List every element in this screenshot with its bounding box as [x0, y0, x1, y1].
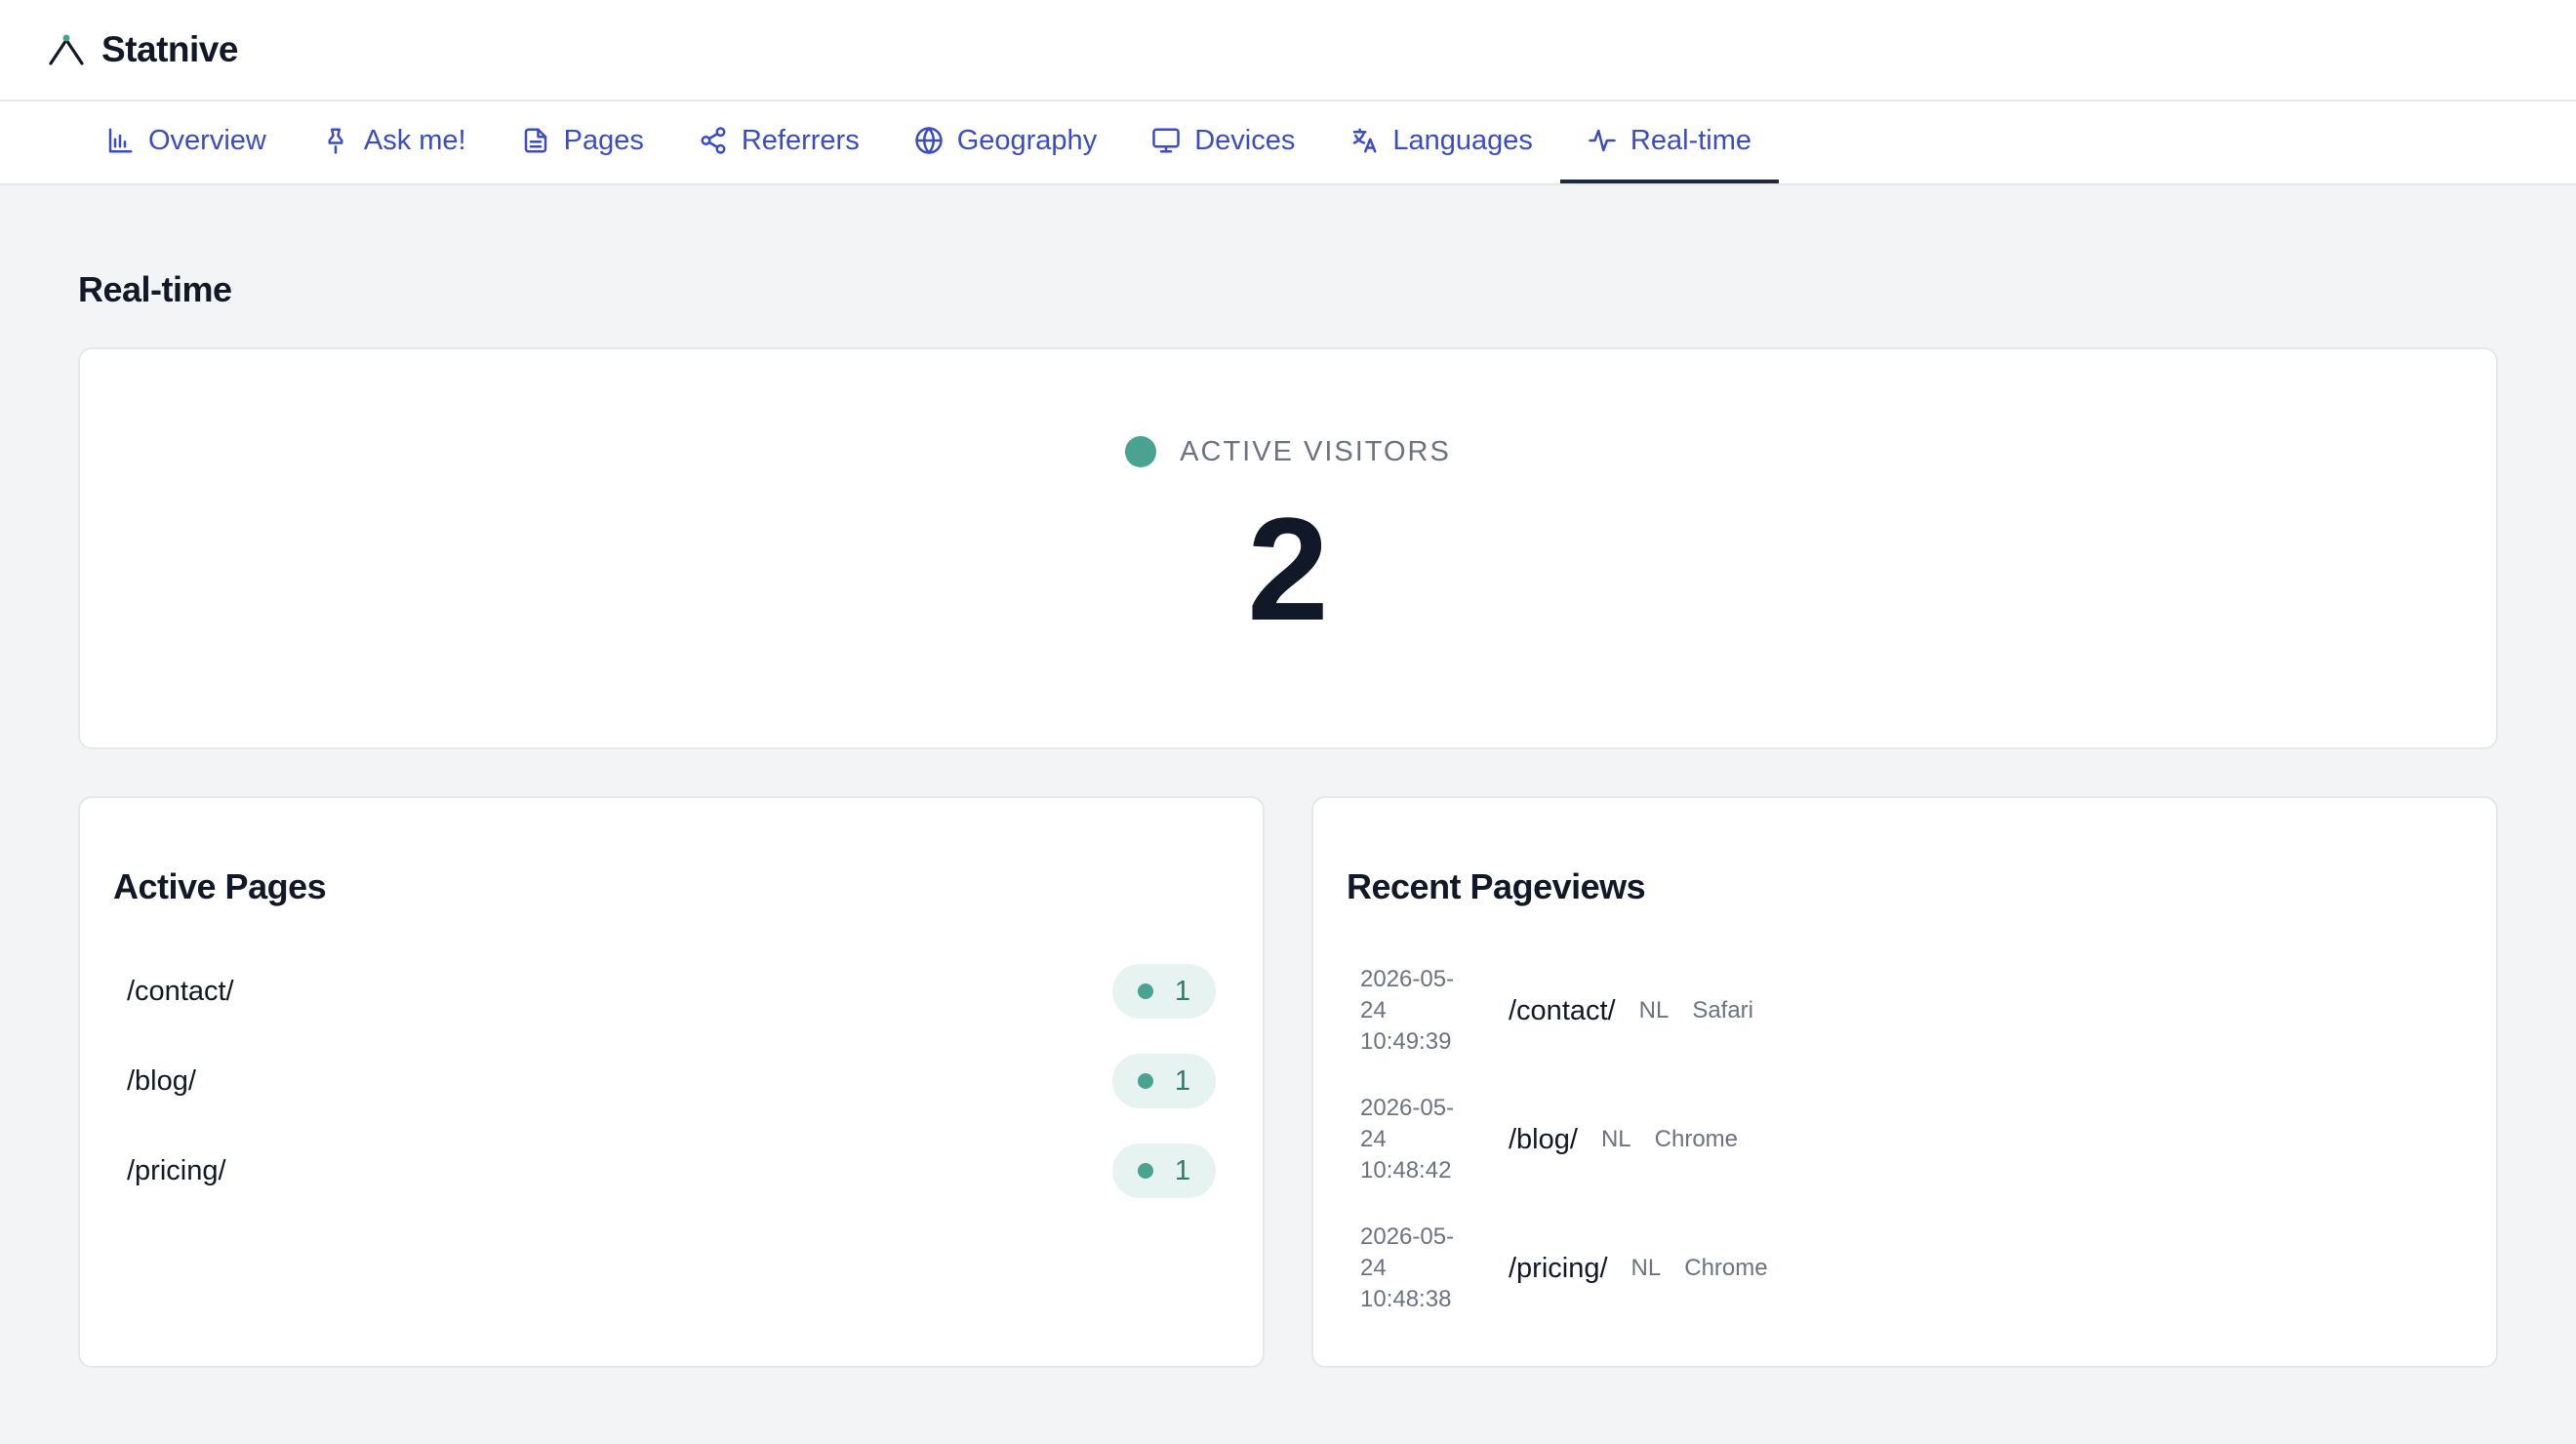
tab-real-time[interactable]: Real-time: [1559, 101, 1779, 183]
active-visitors-header: ACTIVE VISITORS: [1125, 436, 1451, 468]
visitor-count: 1: [1174, 975, 1190, 1007]
document-icon: [524, 128, 546, 153]
live-dot-icon: [1137, 1163, 1153, 1179]
monitor-icon: [1152, 128, 1180, 153]
pageview-row[interactable]: 2026-05- 24 10:48:42 /blog/ NL Chrome: [1347, 1075, 2463, 1204]
pageview-path: /blog/: [1509, 1123, 1578, 1155]
page-path: /pricing/: [127, 1154, 226, 1186]
tab-label: Geography: [956, 124, 1098, 156]
visitor-count-badge: 1: [1111, 1054, 1216, 1108]
tab-label: Real-time: [1630, 124, 1751, 156]
translate-icon: [1353, 128, 1377, 153]
live-dot-icon: [1137, 983, 1153, 999]
main-content: Real-time ACTIVE VISITORS 2 Active Pages…: [0, 185, 2576, 1368]
active-pages-title: Active Pages: [113, 866, 327, 906]
tab-label: Languages: [1392, 124, 1533, 156]
pageview-browser: Safari: [1692, 997, 1754, 1023]
tab-label: Referrers: [741, 124, 860, 156]
pageview-country: NL: [1638, 997, 1670, 1023]
visitor-count: 1: [1174, 1154, 1190, 1186]
page-path: /contact/: [127, 975, 234, 1007]
main-nav: Overview Ask me! Pages Referrers Geograp…: [0, 101, 2576, 185]
tab-languages[interactable]: Languages: [1322, 101, 1560, 183]
pageview-row[interactable]: 2026-05- 24 10:49:39 /contact/ NL Safari: [1347, 946, 2463, 1075]
tab-overview[interactable]: Overview: [78, 101, 294, 183]
visitor-count: 1: [1174, 1064, 1190, 1097]
tab-devices[interactable]: Devices: [1124, 101, 1322, 183]
pageview-row[interactable]: 2026-05- 24 10:48:38 /pricing/ NL Chrome: [1347, 1204, 2463, 1333]
page-title: Real-time: [78, 269, 232, 309]
pageview-browser: Chrome: [1684, 1255, 1768, 1281]
visitor-count-badge: 1: [1111, 964, 1216, 1019]
active-visitors-label: ACTIVE VISITORS: [1180, 435, 1451, 467]
list-item[interactable]: /blog/ 1: [113, 1036, 1229, 1126]
tab-label: Pages: [563, 124, 644, 156]
pageview-country: NL: [1630, 1255, 1662, 1281]
pageview-timestamp: 2026-05- 24 10:48:38: [1360, 1223, 1455, 1312]
app-name: Statnive: [101, 29, 238, 69]
recent-pageviews-title: Recent Pageviews: [1347, 866, 1646, 906]
active-visitors-card: ACTIVE VISITORS 2: [78, 347, 2498, 749]
pageview-country: NL: [1600, 1126, 1631, 1152]
live-indicator-dot: [1125, 436, 1157, 467]
list-item[interactable]: /pricing/ 1: [113, 1126, 1229, 1216]
visitor-count-badge: 1: [1111, 1143, 1216, 1198]
tab-ask-me[interactable]: Ask me!: [294, 101, 494, 183]
recent-pageviews-panel: Recent Pageviews 2026-05- 24 10:49:39 /c…: [1311, 796, 2498, 1368]
tab-pages[interactable]: Pages: [494, 101, 671, 183]
tab-label: Overview: [148, 124, 266, 156]
pageview-timestamp: 2026-05- 24 10:48:42: [1360, 1095, 1455, 1183]
pageview-timestamp: 2026-05- 24 10:49:39: [1360, 966, 1455, 1055]
globe-icon: [914, 127, 943, 154]
realtime-panels: Active Pages /contact/ 1 /blog/ 1 /prici…: [78, 796, 2498, 1368]
pin-icon: [328, 128, 343, 154]
pageview-browser: Chrome: [1654, 1126, 1738, 1152]
bar-chart-icon: [108, 128, 133, 153]
peak-logo-icon: [49, 34, 84, 65]
activity-icon: [1589, 129, 1616, 152]
tab-geography[interactable]: Geography: [887, 101, 1125, 183]
live-dot-icon: [1137, 1073, 1153, 1089]
pageview-path: /pricing/: [1509, 1252, 1608, 1284]
share-icon: [701, 127, 726, 154]
list-item[interactable]: /contact/ 1: [113, 946, 1229, 1036]
tab-referrers[interactable]: Referrers: [671, 101, 887, 183]
pageview-path: /contact/: [1509, 994, 1616, 1026]
tab-label: Ask me!: [363, 124, 466, 156]
active-visitors-count: 2: [1247, 486, 1329, 651]
brand[interactable]: Statnive: [47, 29, 238, 70]
active-pages-panel: Active Pages /contact/ 1 /blog/ 1 /prici…: [78, 796, 1265, 1368]
page-path: /blog/: [127, 1064, 196, 1097]
top-header: Statnive: [0, 0, 2576, 101]
tab-label: Devices: [1194, 124, 1296, 156]
